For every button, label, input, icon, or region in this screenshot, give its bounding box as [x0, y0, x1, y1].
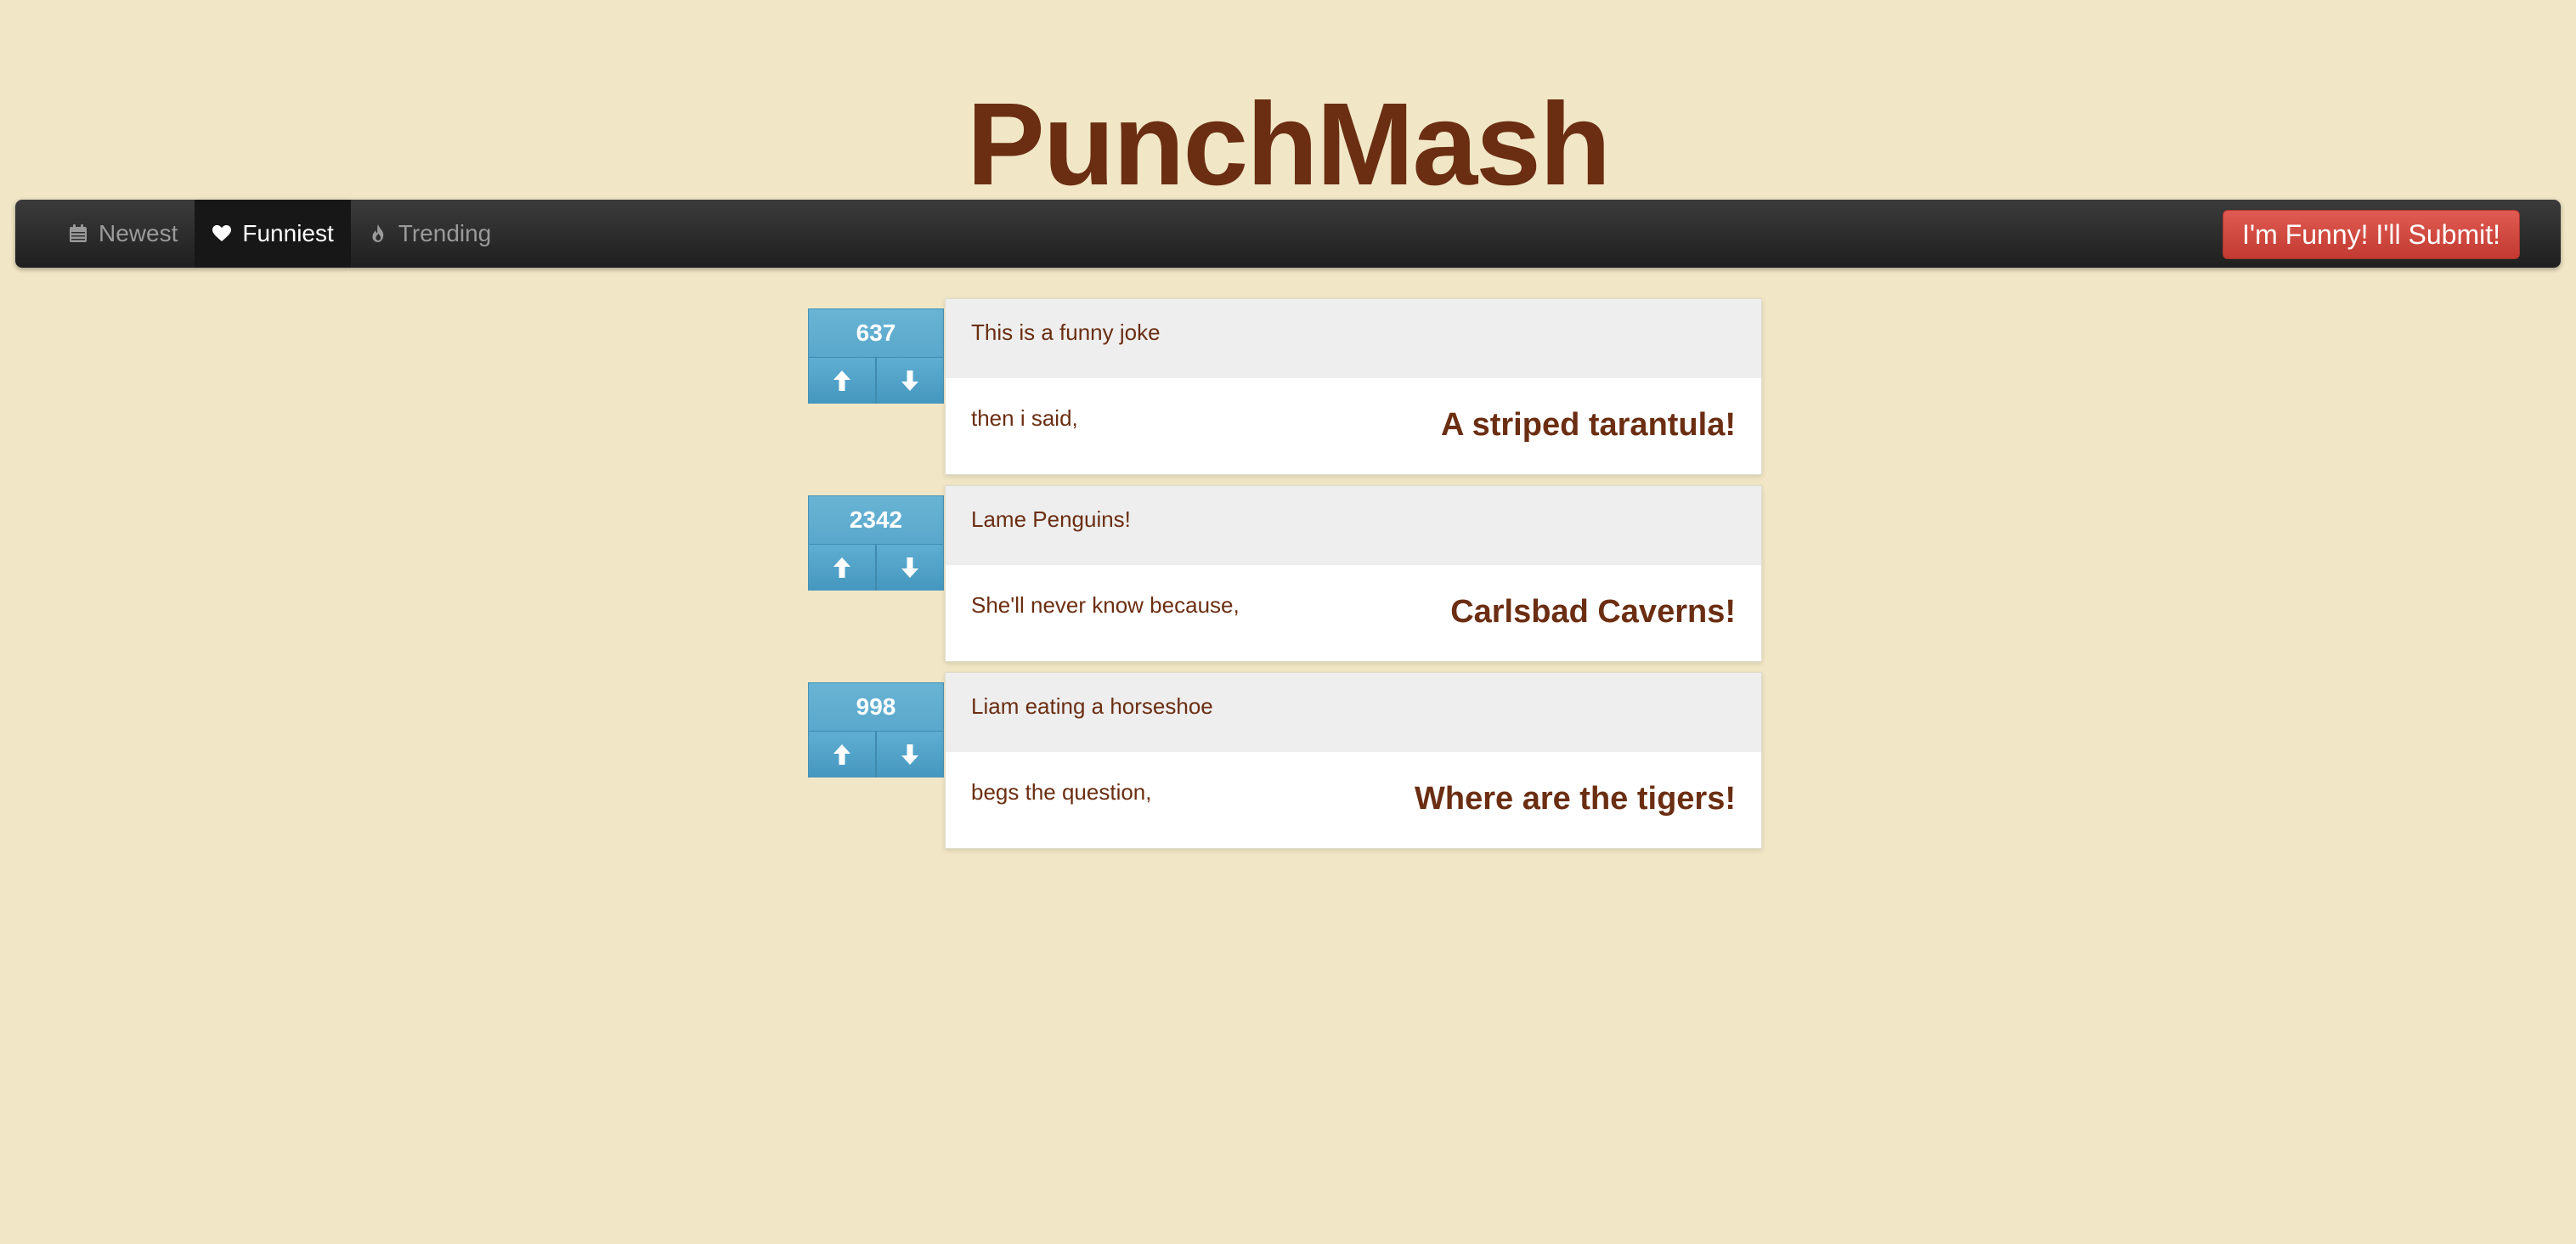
calendar-icon — [70, 224, 87, 242]
downvote-button[interactable] — [875, 732, 943, 778]
arrow-down-icon — [901, 557, 918, 578]
joke-card: Liam eating a horseshoe begs the questio… — [945, 672, 1762, 849]
vote-count: 998 — [856, 693, 896, 720]
joke-setup: Lame Penguins! — [946, 486, 1761, 565]
vote-buttons — [809, 731, 943, 778]
arrow-up-icon — [833, 370, 850, 391]
vote-buttons — [809, 357, 943, 404]
joke-setup: This is a funny joke — [946, 299, 1761, 378]
heart-icon — [212, 225, 232, 241]
nav-item-newest[interactable]: Newest — [51, 200, 195, 268]
vote-box: 637 — [808, 308, 944, 404]
nav-item-label: Newest — [99, 220, 178, 246]
joke-card: This is a funny joke then i said, A stri… — [945, 298, 1762, 475]
joke-lead: then i said, — [971, 405, 1078, 431]
upvote-button[interactable] — [809, 545, 875, 591]
upvote-button[interactable] — [809, 732, 875, 778]
nav-item-trending[interactable]: Trending — [351, 200, 508, 268]
joke-body: begs the question, Where are the tigers! — [946, 752, 1761, 848]
joke-body: then i said, A striped tarantula! — [946, 378, 1761, 474]
joke-punchline: Where are the tigers! — [1415, 781, 1736, 817]
vote-count: 637 — [856, 319, 896, 346]
nav-item-label: Funniest — [242, 220, 334, 246]
nav-item-funniest[interactable]: Funniest — [195, 200, 351, 268]
upvote-button[interactable] — [809, 358, 875, 404]
nav-tabs: Newest Funniest Trending — [51, 200, 508, 268]
joke-setup: Liam eating a horseshoe — [946, 673, 1761, 752]
nav-item-label: Trending — [398, 220, 492, 246]
joke-body: She'll never know because, Carlsbad Cave… — [946, 565, 1761, 661]
vote-box: 2342 — [808, 495, 944, 591]
downvote-button[interactable] — [875, 545, 943, 591]
joke-card: Lame Penguins! She'll never know because… — [945, 485, 1762, 662]
arrow-down-icon — [901, 370, 918, 391]
vote-count: 2342 — [849, 506, 903, 533]
arrow-down-icon — [901, 744, 918, 765]
site-title: PunchMash — [966, 79, 1611, 210]
arrow-up-icon — [833, 744, 850, 765]
flame-icon — [372, 224, 384, 242]
joke-lead: begs the question, — [971, 779, 1152, 805]
submit-joke-button[interactable]: I'm Funny! I'll Submit! — [2223, 210, 2520, 259]
vote-box: 998 — [808, 682, 944, 778]
downvote-button[interactable] — [875, 358, 943, 404]
joke-punchline: A striped tarantula! — [1441, 407, 1736, 443]
navbar: Newest Funniest Trending I'm Funny! I'll… — [15, 200, 2561, 268]
arrow-up-icon — [833, 557, 850, 578]
joke-lead: She'll never know because, — [971, 592, 1240, 618]
joke-punchline: Carlsbad Caverns! — [1450, 594, 1736, 630]
vote-buttons — [809, 544, 943, 591]
